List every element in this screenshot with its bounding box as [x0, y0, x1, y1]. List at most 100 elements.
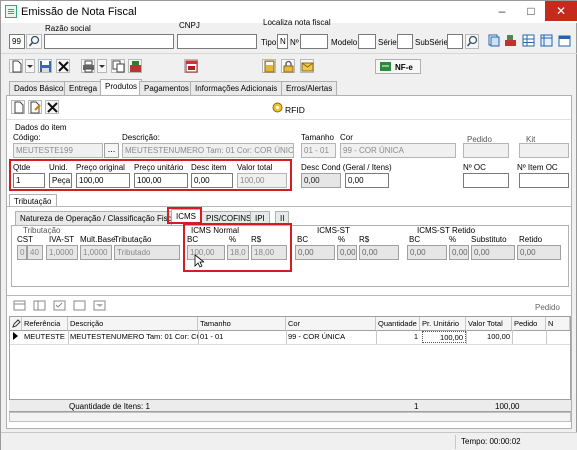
col-n[interactable]: N — [546, 317, 570, 330]
localiza-nota-label: Localiza nota fiscal — [263, 18, 331, 27]
col-cor[interactable]: Cor — [286, 317, 376, 330]
item-new-button[interactable] — [11, 100, 25, 114]
calendar-icon[interactable] — [558, 34, 571, 47]
col-descricao[interactable]: Descrição — [68, 317, 198, 330]
lock-icon — [283, 60, 294, 73]
grid-uncheck-icon[interactable] — [73, 299, 86, 312]
cnpj-input[interactable] — [177, 34, 257, 49]
tools-icon[interactable] — [504, 34, 517, 47]
tributacao-label: Tributação — [114, 235, 152, 244]
grid-filter-icon[interactable] — [93, 299, 106, 312]
copy-icon — [112, 60, 125, 73]
new-document-icon — [14, 101, 24, 114]
envelope-button[interactable] — [300, 59, 314, 73]
icms-st-retido-label: ICMS-ST Retido — [417, 226, 476, 235]
magnifier-icon — [28, 35, 40, 47]
delete-button[interactable] — [56, 59, 70, 73]
nfe-button[interactable]: NF-e — [375, 59, 421, 74]
grid-header-edit-icon — [10, 317, 22, 330]
calendar-button[interactable] — [184, 59, 198, 73]
save-button[interactable] — [38, 59, 52, 73]
num-item-oc-input[interactable] — [519, 173, 569, 188]
documents-icon[interactable] — [487, 34, 500, 47]
items-grid: Referência Descrição Tamanho Cor Quantid… — [9, 316, 571, 412]
razao-social-input[interactable] — [44, 34, 174, 49]
company-search-button[interactable] — [26, 34, 42, 49]
col-referencia[interactable]: Referência — [22, 317, 68, 330]
col-valor-total[interactable]: Valor Total — [466, 317, 512, 330]
row-selector-icon — [10, 331, 22, 343]
maximize-button[interactable]: □ — [517, 1, 545, 21]
table-row[interactable]: MEUTESTE MEUTESTENUMERO Tam: 01 Cor: CO … — [10, 331, 570, 343]
close-button[interactable]: ✕ — [545, 1, 577, 21]
ret-pct-label: % — [449, 235, 457, 244]
ret-bc-input: 0,00 — [407, 245, 447, 260]
codigo-input[interactable]: MEUTESTE199 — [13, 143, 103, 158]
save-icon — [40, 61, 51, 72]
tamanho-input[interactable]: 01 - 01 — [301, 143, 336, 158]
lock-button[interactable] — [281, 59, 295, 73]
edit-document-icon — [30, 101, 41, 114]
envelope-icon — [301, 62, 314, 72]
main-window: Emissão de Nota Fiscal – □ ✕ Razão socia… — [0, 0, 577, 450]
st-bc-label: BC — [297, 235, 309, 244]
tab-entrega[interactable]: Entrega — [64, 81, 103, 95]
nfe-logo-icon — [380, 62, 391, 71]
col-pr-unitario[interactable]: Pr. Unitário — [420, 317, 466, 330]
printer-icon — [83, 60, 94, 73]
modelo-input[interactable] — [358, 34, 376, 49]
footer-valor-total: 100,00 — [495, 402, 520, 411]
descricao-input[interactable]: MEUTESTENUMERO Tam: 01 Cor: COR ÚNICA — [122, 143, 294, 158]
tab-erros-alertas[interactable]: Erros/Alertas — [281, 81, 338, 95]
item-edit-button[interactable] — [28, 100, 42, 114]
codigo-lookup-button[interactable]: ... — [104, 143, 119, 158]
cell-cor: 99 - COR ÚNICA — [288, 332, 346, 341]
cell-pr-unitario[interactable]: 100,00 — [422, 331, 466, 343]
desc-cond-itens-input[interactable]: 0,00 — [345, 173, 389, 188]
tipo-input[interactable]: N — [277, 34, 288, 49]
minimize-button[interactable]: – — [487, 1, 517, 21]
col-pedido[interactable]: Pedido — [512, 317, 546, 330]
grid-columns-icon[interactable] — [33, 299, 46, 312]
tab-pagamentos[interactable]: Pagamentos — [139, 81, 194, 95]
copy-button[interactable] — [111, 59, 125, 73]
numero-input[interactable] — [300, 34, 328, 49]
calculator-icon — [264, 60, 275, 73]
magnifier-icon — [466, 35, 478, 47]
tab-dados-basicos[interactable]: Dados Básicos — [9, 81, 73, 95]
col-quantidade[interactable]: Quantidade — [376, 317, 420, 330]
substituto-label: Substituto — [471, 235, 507, 244]
print-button[interactable] — [81, 59, 95, 73]
pedido-input[interactable] — [463, 143, 509, 158]
company-code-input[interactable]: 99 — [9, 34, 25, 49]
serie-input[interactable] — [397, 34, 413, 49]
new-dropdown-button[interactable] — [25, 59, 35, 73]
grid-check-icon[interactable] — [53, 299, 66, 312]
serie-label: Série — [378, 38, 397, 47]
calculate-button[interactable] — [262, 59, 276, 73]
print-dropdown-button[interactable] — [97, 59, 107, 73]
numero-label: Nº — [290, 38, 299, 47]
rfid-label: RFID — [285, 105, 305, 115]
col-tamanho[interactable]: Tamanho — [198, 317, 286, 330]
tempo-label: Tempo: 00:00:02 — [461, 437, 521, 446]
main-tabs: Dados Básicos Entrega Produtos Pagamento… — [9, 79, 569, 95]
rfid-icon[interactable] — [271, 101, 284, 114]
subserie-input[interactable] — [447, 34, 463, 49]
cor-input[interactable]: 99 - COR ÚNICA — [340, 143, 456, 158]
grid-icon[interactable] — [522, 34, 535, 47]
st-pct-label: % — [338, 235, 346, 244]
tab-produtos[interactable]: Produtos — [100, 79, 143, 95]
pencil-icon — [12, 319, 21, 328]
kit-input[interactable] — [519, 143, 569, 158]
item-delete-button[interactable] — [45, 100, 59, 114]
grid-add-icon[interactable] — [13, 299, 26, 312]
num-oc-input[interactable] — [463, 173, 509, 188]
new-button[interactable] — [9, 59, 23, 73]
find-invoice-button[interactable] — [465, 34, 479, 49]
table-icon[interactable] — [540, 34, 553, 47]
transfer-button[interactable] — [128, 59, 142, 73]
horizontal-scrollbar[interactable] — [9, 412, 571, 422]
tab-natureza-operacao[interactable]: Natureza de Operação / Classificação Fis… — [15, 211, 183, 225]
tab-informacoes-adicionais[interactable]: Informações Adicionais — [190, 81, 283, 95]
